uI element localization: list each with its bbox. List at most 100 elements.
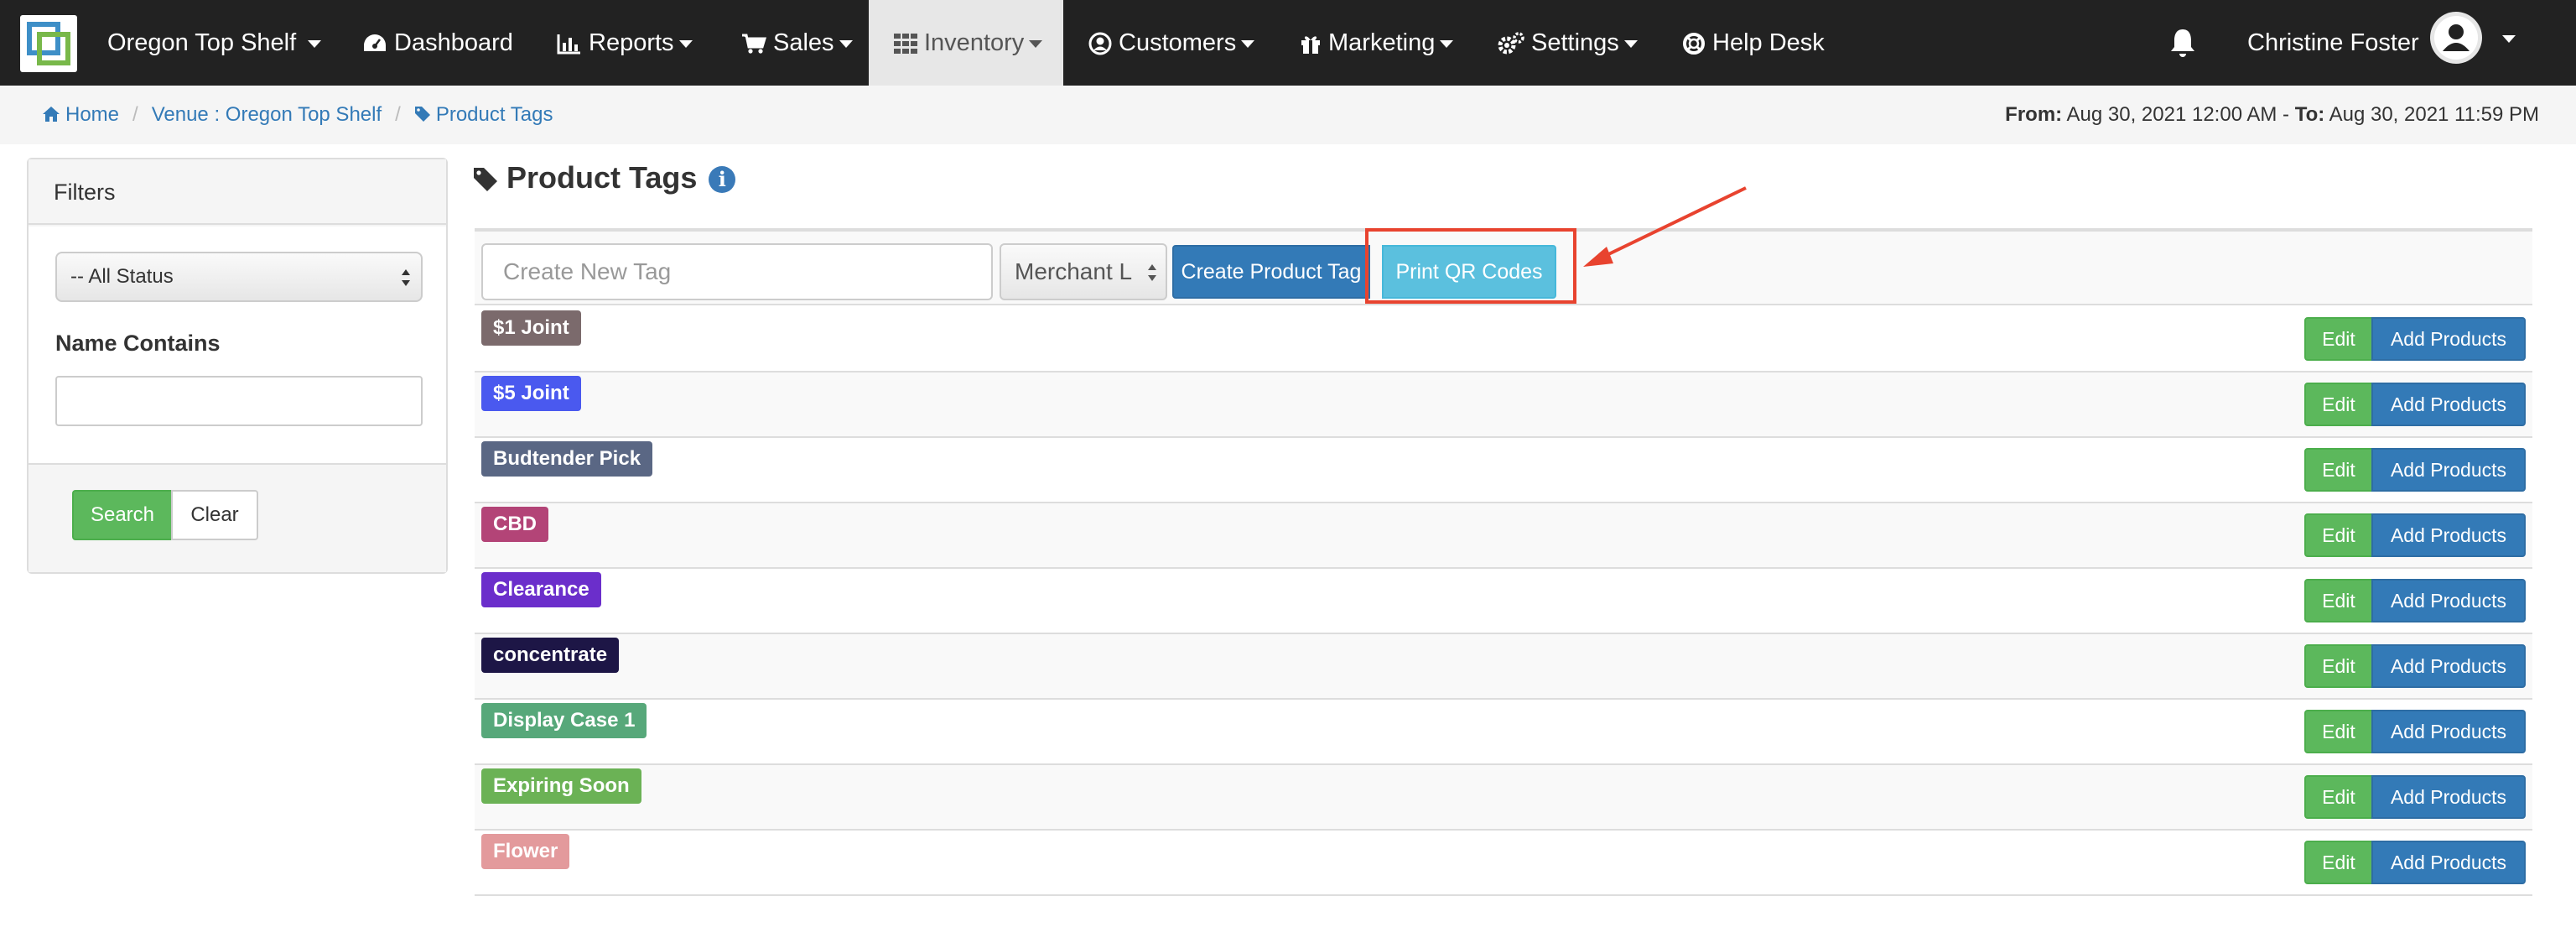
name-contains-input[interactable] <box>55 376 423 426</box>
venue-label: Oregon Top Shelf <box>107 29 297 56</box>
bell-icon[interactable] <box>2168 27 2198 59</box>
breadcrumb-venue[interactable]: Venue : Oregon Top Shelf <box>152 103 382 126</box>
app-logo[interactable] <box>20 15 77 72</box>
tag-label: concentrate <box>481 638 620 673</box>
shopping-cart-icon <box>742 34 766 54</box>
breadcrumb-home[interactable]: Home <box>65 103 119 126</box>
filters-body: -- All Status Name Contains <box>29 227 446 463</box>
chevron-down-icon <box>1623 39 1638 48</box>
edit-button[interactable]: Edit <box>2304 513 2373 557</box>
nav-marketing[interactable]: Marketing <box>1300 0 1454 86</box>
edit-button[interactable]: Edit <box>2304 775 2373 819</box>
clear-button[interactable]: Clear <box>171 490 258 540</box>
bar-chart-icon <box>557 34 580 55</box>
tag-label: Budtender Pick <box>481 441 653 477</box>
edit-button[interactable]: Edit <box>2304 383 2373 426</box>
add-products-button[interactable]: Add Products <box>2371 841 2526 884</box>
nav-sales[interactable]: Sales <box>741 0 853 86</box>
date-from: Aug 30, 2021 12:00 AM <box>2066 103 2277 126</box>
table-row: $5 Joint Edit Add Products <box>475 372 2532 438</box>
dashboard-icon <box>364 34 386 52</box>
nav-reports-label: Reports <box>589 29 674 56</box>
chevron-down-icon <box>1029 39 1043 48</box>
date-to-label: To: <box>2294 103 2325 126</box>
annotation-highlight-box <box>1365 228 1576 304</box>
edit-button[interactable]: Edit <box>2304 448 2373 492</box>
page-title-text: Product Tags <box>506 160 698 195</box>
user-menu[interactable]: Christine Foster <box>2247 0 2419 86</box>
filters-footer: Search Clear <box>29 463 446 572</box>
add-products-button[interactable]: Add Products <box>2371 644 2526 688</box>
add-products-button[interactable]: Add Products <box>2371 448 2526 492</box>
chevron-down-icon <box>308 39 322 48</box>
tag-label: CBD <box>481 507 548 542</box>
merchant-select-value: Merchant L <box>1015 258 1133 284</box>
search-button[interactable]: Search <box>72 490 173 540</box>
nav-settings-label: Settings <box>1531 29 1619 56</box>
chevron-down-icon <box>1440 39 1454 48</box>
edit-button[interactable]: Edit <box>2304 644 2373 688</box>
select-arrows-icon <box>402 269 410 286</box>
create-product-tag-button[interactable]: Create Product Tag <box>1172 245 1370 299</box>
nav-customers-label: Customers <box>1119 29 1237 56</box>
breadcrumb-bar: Home / Venue : Oregon Top Shelf / Product Ta… <box>0 86 2576 144</box>
breadcrumb: Home / Venue : Oregon Top Shelf / Product Ta… <box>42 86 553 144</box>
home-icon <box>43 107 60 122</box>
tag-label: $1 Joint <box>481 310 581 346</box>
nav-settings[interactable]: Settings <box>1498 0 1638 86</box>
add-products-button[interactable]: Add Products <box>2371 317 2526 361</box>
chevron-down-icon <box>678 39 693 48</box>
chevron-down-icon[interactable] <box>2502 35 2516 43</box>
add-products-button[interactable]: Add Products <box>2371 710 2526 753</box>
tag-label: Display Case 1 <box>481 703 647 738</box>
nav-help-desk-label: Help Desk <box>1712 29 1825 56</box>
name-contains-label: Name Contains <box>55 331 221 356</box>
add-products-button[interactable]: Add Products <box>2371 775 2526 819</box>
table-row: Flower Edit Add Products <box>475 831 2532 896</box>
avatar[interactable] <box>2430 12 2482 64</box>
add-products-button[interactable]: Add Products <box>2371 383 2526 426</box>
user-circle-icon <box>1088 32 1112 55</box>
status-select[interactable]: -- All Status <box>55 252 423 302</box>
gears-icon <box>1498 32 1524 55</box>
nav-customers[interactable]: Customers <box>1088 0 1255 86</box>
date-range[interactable]: From: Aug 30, 2021 12:00 AM - To: Aug 30… <box>2005 86 2539 144</box>
tag-label: $5 Joint <box>481 376 581 411</box>
breadcrumb-product-tags[interactable]: Product Tags <box>436 103 553 126</box>
chevron-down-icon <box>1241 39 1255 48</box>
status-select-value: -- All Status <box>70 265 174 288</box>
edit-button[interactable]: Edit <box>2304 841 2373 884</box>
life-ring-icon <box>1683 33 1705 55</box>
add-products-button[interactable]: Add Products <box>2371 579 2526 622</box>
table-row: Clearance Edit Add Products <box>475 569 2532 634</box>
info-icon[interactable]: i <box>709 166 736 194</box>
nav-marketing-label: Marketing <box>1328 29 1436 56</box>
nav-dashboard[interactable]: Dashboard <box>362 0 513 86</box>
table-row: Budtender Pick Edit Add Products <box>475 438 2532 503</box>
add-products-button[interactable]: Add Products <box>2371 513 2526 557</box>
nav-inventory[interactable]: Inventory <box>869 0 1063 86</box>
nav-reports[interactable]: Reports <box>557 0 693 86</box>
nav-inventory-label: Inventory <box>924 29 1025 56</box>
create-new-tag-input[interactable]: Create New Tag <box>481 243 993 300</box>
tag-icon <box>474 168 497 192</box>
tag-label: Expiring Soon <box>481 768 641 804</box>
user-name: Christine Foster <box>2247 29 2419 56</box>
date-separator: - <box>2277 103 2295 126</box>
edit-button[interactable]: Edit <box>2304 317 2373 361</box>
table-row: $1 Joint Edit Add Products <box>475 307 2532 372</box>
edit-button[interactable]: Edit <box>2304 710 2373 753</box>
table-row: Expiring Soon Edit Add Products <box>475 765 2532 831</box>
nav-help-desk[interactable]: Help Desk <box>1682 0 1825 86</box>
select-arrows-icon <box>1148 264 1156 281</box>
date-to: Aug 30, 2021 11:59 PM <box>2329 103 2539 126</box>
tag-label: Flower <box>481 834 570 869</box>
edit-button[interactable]: Edit <box>2304 579 2373 622</box>
page-title: Product Tags i <box>473 158 736 198</box>
tag-icon <box>414 107 430 122</box>
merchant-select[interactable]: Merchant L <box>1000 243 1167 300</box>
top-navbar: Oregon Top Shelf Dashboard Reports Sales… <box>0 0 2576 86</box>
venue-dropdown[interactable]: Oregon Top Shelf <box>107 0 322 86</box>
nav-sales-label: Sales <box>773 29 834 56</box>
tag-label: Clearance <box>481 572 601 607</box>
